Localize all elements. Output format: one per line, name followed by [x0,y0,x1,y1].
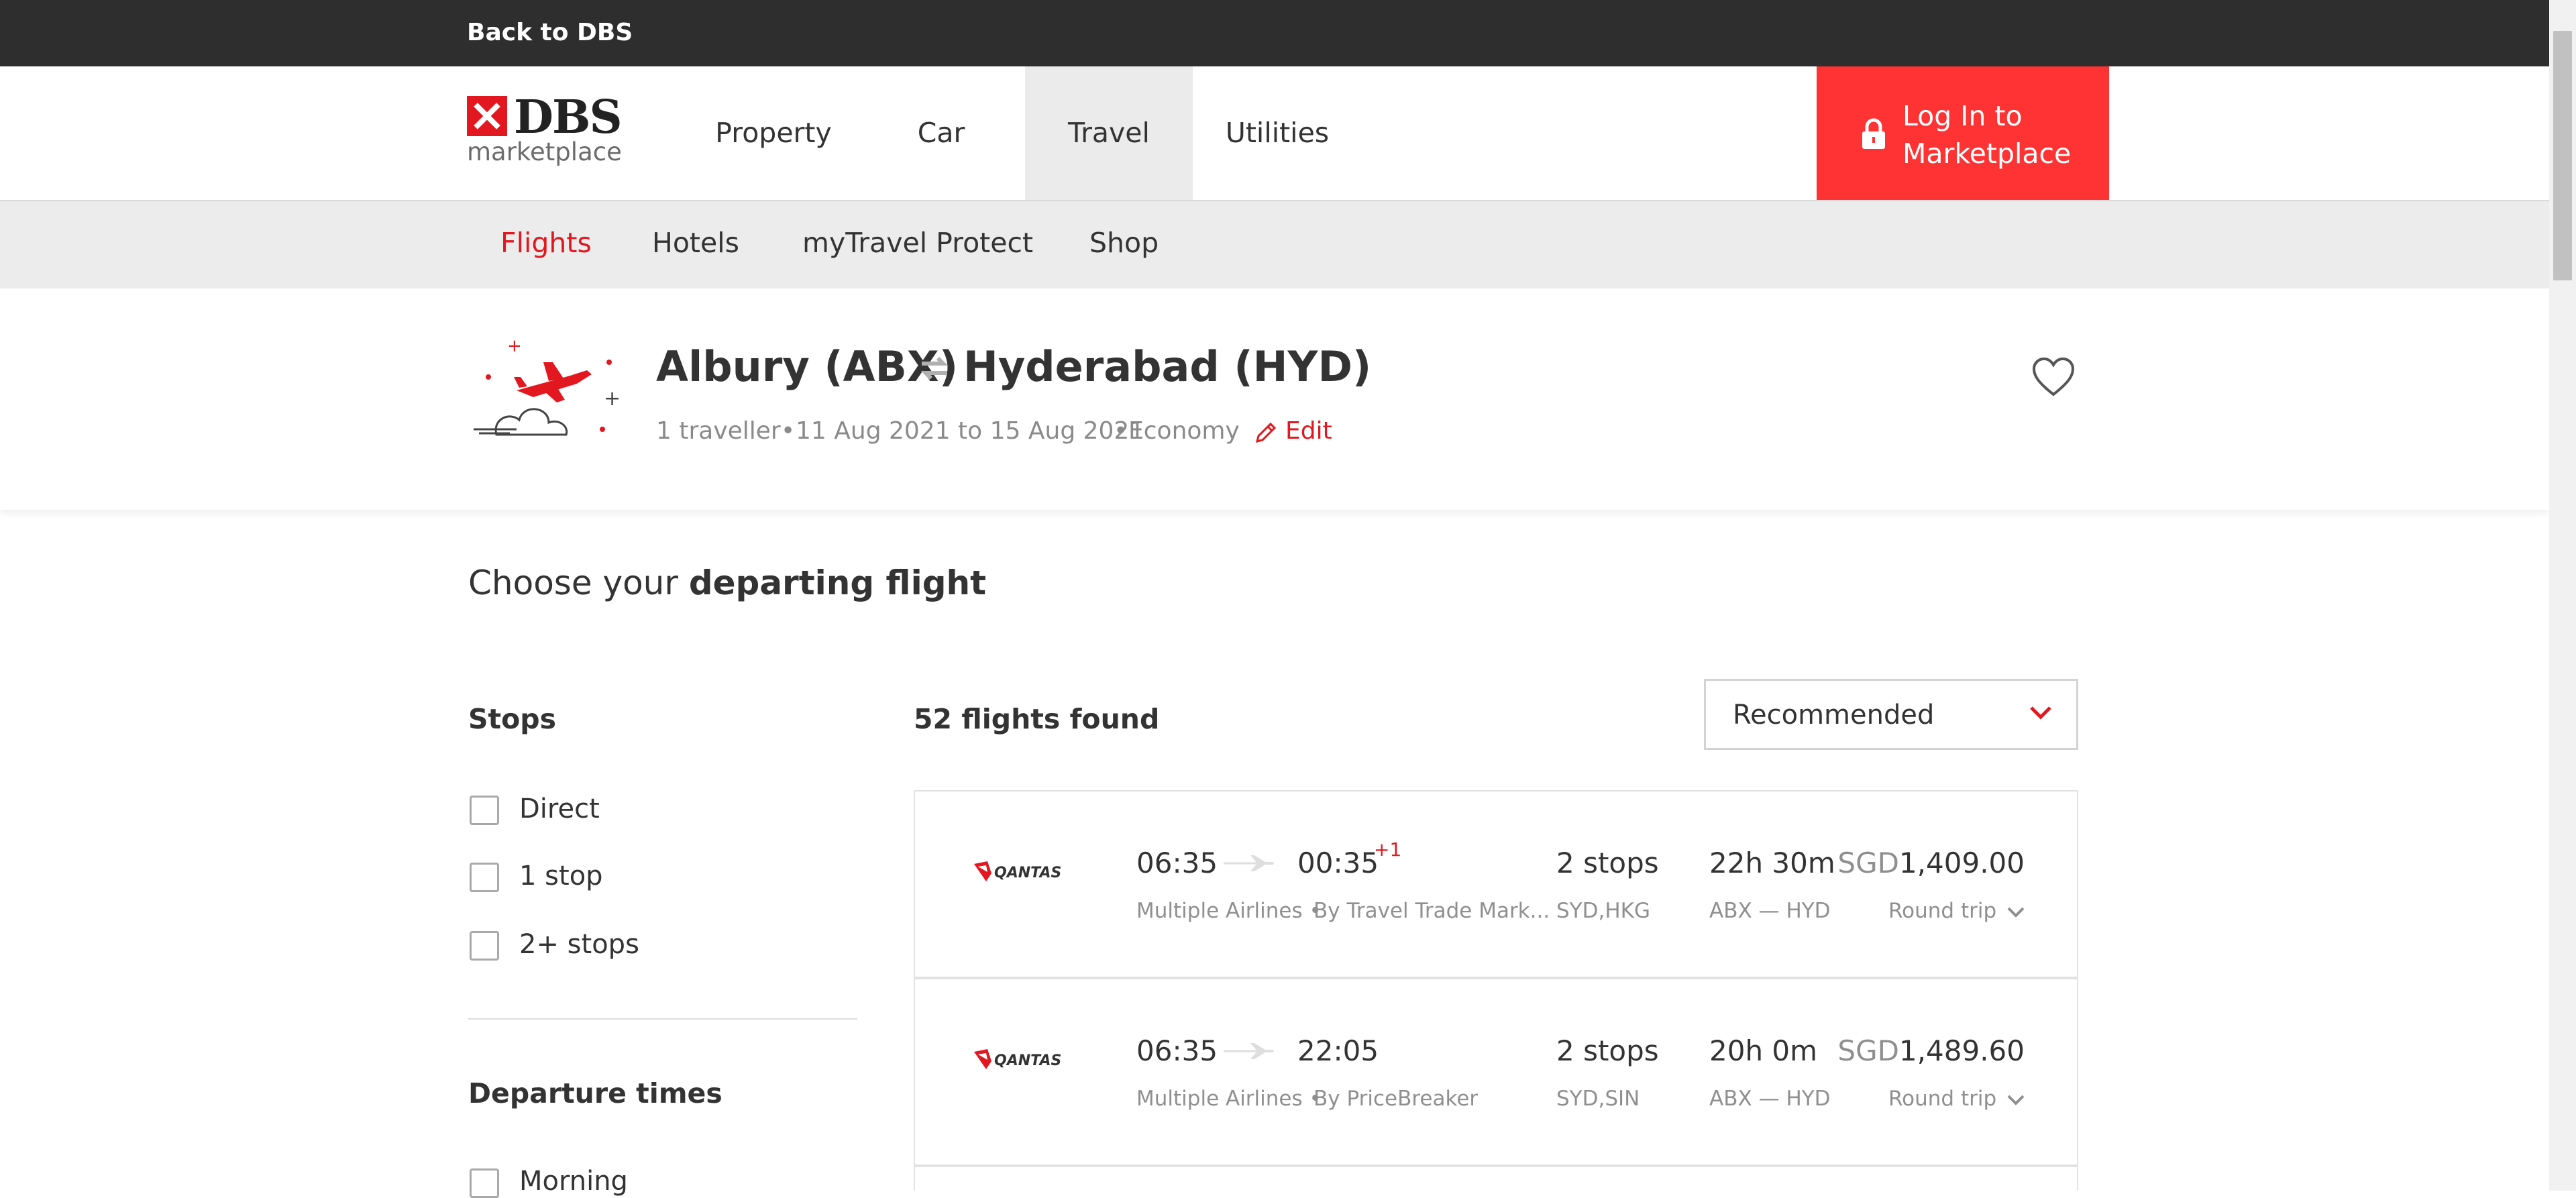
travel-dates: 11 Aug 2021 to 15 Aug 2021 [796,417,1145,445]
logo-brand-text: DBS [514,91,623,144]
dates-separator: • [781,417,796,445]
login-label-line2: Marketplace [1902,138,2072,170]
route-codes: ABX — HYD [1709,899,1831,923]
stopover-airports: SYD,SIN [1556,1087,1640,1111]
two-plus-stops-label[interactable]: 2+ stops [519,929,639,960]
destination-city: Hyderabad (HYD) [963,342,1372,391]
route-to: HYD [1786,899,1831,923]
flight-price: SGD1,489.60 [1837,1034,2025,1067]
flights-found-count: 52 flights found [914,703,1160,735]
travel-subnav [0,201,2549,288]
chevron-down-icon [2007,1095,2025,1105]
arrival-time: 22:05 [1297,1034,1379,1067]
subnav-item-mytravel-protect[interactable]: myTravel Protect [802,227,1033,259]
airline-names: Multiple Airlines • [1136,1087,1322,1111]
price-currency: SGD [1837,847,1899,879]
filter-divider [468,1018,857,1020]
route-from: ABX [1709,899,1752,923]
edit-search-link[interactable]: Edit [1285,417,1332,445]
two-plus-stops-checkbox[interactable] [470,931,499,961]
logo-sub-text: marketplace [467,138,622,166]
flight-illustration-icon: + + [474,336,621,436]
cabin-class: Economy [1128,417,1240,445]
price-amount: 1,409.00 [1898,847,2025,879]
swap-arrows-icon [920,356,949,380]
stops-count: 2 stops [1556,1034,1659,1067]
chevron-down-icon [2007,907,2025,918]
pencil-icon[interactable] [1254,421,1277,444]
morning-checkbox[interactable] [470,1168,499,1198]
arrival-time: 00:35 [1297,847,1379,879]
flight-result-card[interactable] [914,1166,2078,1191]
nav-item-car[interactable]: Car [892,66,990,200]
cabin-separator: • [1114,417,1128,445]
sort-selected-value: Recommended [1733,700,1935,730]
login-label-line1: Log In to [1902,100,2023,132]
one-stop-checkbox[interactable] [470,863,499,892]
departure-time: 06:35 [1136,847,1218,879]
origin-city: Albury (ABX) [656,342,959,391]
booking-agent: By PriceBreaker [1313,1087,1479,1111]
plane-icon [1224,1043,1274,1059]
svg-text:QANTAS: QANTAS [994,865,1061,881]
login-button[interactable]: Log In to Marketplace [1817,66,2109,200]
departure-time: 06:35 [1136,1034,1218,1067]
flight-result-card[interactable]: QANTAS 06:35 00:35 +1 Multiple Airlines … [914,790,2078,978]
subnav-item-flights[interactable]: Flights [500,227,592,259]
flight-result-card[interactable]: QANTAS 06:35 22:05 Multiple Airlines • B… [914,978,2078,1166]
route-codes: ABX — HYD [1709,1087,1831,1111]
stops-filter-title: Stops [468,703,557,735]
airline-names: Multiple Airlines • [1136,899,1322,923]
subnav-item-hotels[interactable]: Hotels [652,227,739,259]
qantas-logo-icon: QANTAS [974,1049,1061,1069]
trip-type-toggle[interactable]: Round trip [1888,1087,2025,1111]
login-label: Log In to Marketplace [1902,97,2071,172]
svg-text:+: + [604,387,621,411]
departure-times-title: Departure times [468,1077,722,1109]
dbs-logo-icon [467,96,507,136]
search-summary-panel [0,288,2549,510]
route-from: ABX [1709,1087,1752,1111]
dbs-marketplace-logo[interactable]: DBS marketplace [467,91,623,166]
chevron-down-icon [2030,706,2051,720]
lock-icon [1862,118,1885,149]
flight-duration: 22h 30m [1709,847,1835,879]
choose-departing-heading: Choose your departing flight [468,563,986,602]
choose-bold: departing flight [688,563,987,602]
stops-count: 2 stops [1556,847,1659,879]
scrollbar-thumb[interactable] [2553,31,2572,280]
subnav-item-shop[interactable]: Shop [1089,227,1159,259]
price-currency: SGD [1837,1034,1899,1067]
one-stop-label[interactable]: 1 stop [519,861,603,891]
sort-select[interactable]: Recommended [1704,679,2078,750]
svg-text:+: + [507,336,522,356]
route-to: HYD [1786,1087,1831,1111]
svg-text:QANTAS: QANTAS [994,1052,1061,1069]
trip-type-label: Round trip [1888,1087,1997,1111]
plane-icon [1224,855,1274,871]
flight-price: SGD1,409.00 [1837,847,2025,879]
direct-checkbox[interactable] [470,796,499,825]
trip-type-label: Round trip [1888,899,1997,923]
back-to-dbs-link[interactable]: Back to DBS [467,19,633,46]
nav-item-utilities[interactable]: Utilities [1212,66,1343,200]
qantas-logo-icon: QANTAS [974,861,1061,881]
day-offset: +1 [1374,838,1402,861]
nav-item-property[interactable]: Property [698,66,849,200]
trip-type-toggle[interactable]: Round trip [1888,899,2025,923]
travellers-count: 1 traveller [656,417,781,445]
nav-item-travel[interactable]: Travel [1025,66,1193,200]
price-amount: 1,489.60 [1898,1034,2025,1067]
stopover-airports: SYD,HKG [1556,899,1650,923]
choose-prefix: Choose your [468,563,678,602]
flight-duration: 20h 0m [1709,1034,1818,1067]
direct-label[interactable]: Direct [519,794,600,824]
top-bar [0,0,2549,66]
booking-agent: By Travel Trade Mark... [1313,899,1550,923]
morning-label[interactable]: Morning [519,1166,628,1197]
heart-icon[interactable] [2031,357,2076,397]
